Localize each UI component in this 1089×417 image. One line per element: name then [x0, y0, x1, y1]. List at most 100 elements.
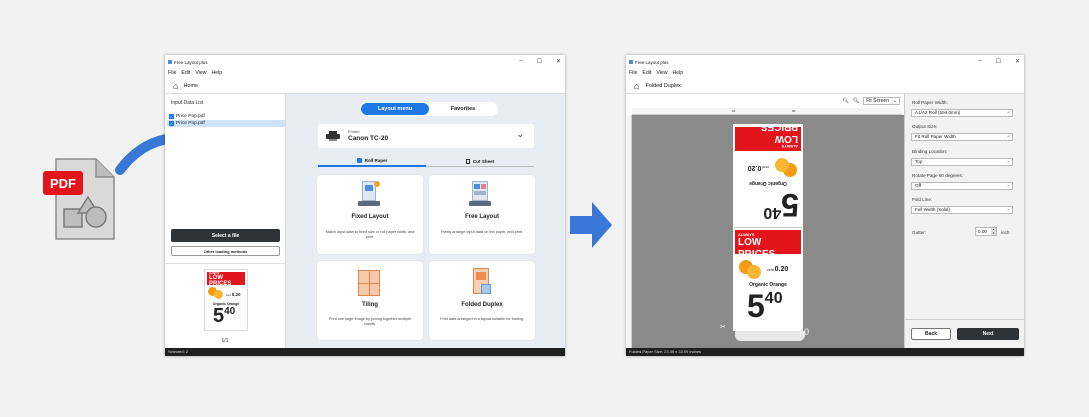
card-desc: Print data arranged in a layout suitable… [440, 317, 524, 321]
other-loading-methods-button[interactable]: Other loading methods [171, 246, 280, 256]
minimize-button[interactable]: – [978, 58, 981, 65]
menu-help[interactable]: Help [672, 70, 683, 76]
card-title: Tiling [362, 302, 378, 308]
binding-location-select[interactable]: Top [911, 158, 1013, 166]
printer-label: Printer [348, 129, 360, 134]
right-arrow-icon [570, 202, 612, 248]
big-price-sup: 40 [763, 204, 782, 221]
thumb-low-prices: LOW PRICES [209, 275, 232, 287]
maximize-button[interactable]: ☐ [537, 58, 542, 65]
home-icon[interactable]: ⌂ [634, 81, 639, 91]
free-layout-icon [468, 181, 494, 209]
card-fixed-layout[interactable]: Fixed Layout Match input data to fixed s… [317, 175, 423, 254]
file-name: Price Pop.pdf [176, 114, 205, 119]
thumb-red-band: ALWAYS LOW PRICES [207, 272, 245, 287]
menu-help[interactable]: Help [211, 70, 222, 76]
pdf-file-icon [52, 157, 116, 241]
home-button[interactable]: ⌂ Home [173, 81, 198, 91]
settings-panel: Roll Paper Width: A1/A2 Roll (594.0mm) O… [904, 94, 1024, 348]
always-label: ALWAYS [781, 144, 798, 149]
horizontal-ruler: 10 20 [632, 108, 902, 115]
card-free-layout[interactable]: Free Layout Freely arrange input data on… [429, 175, 535, 254]
close-button[interactable]: ✕ [556, 58, 561, 65]
title-bar: Free Layout plus [165, 55, 565, 69]
output-size-select[interactable]: Fit Roll Paper Width [911, 133, 1013, 141]
roll-paper-tab[interactable]: Roll Paper [318, 156, 426, 167]
minimize-button[interactable]: – [519, 58, 522, 65]
page-back-half: 5 40 Organic Orange cent 0.20 ALWAYS LOW… [733, 121, 803, 227]
stepper-arrows-icon[interactable]: ▴ ▾ [991, 227, 996, 235]
item-name: Organic Orange [749, 180, 787, 186]
paper-curl [735, 331, 805, 341]
file-item[interactable]: ✓ Price Pop.pdf [167, 113, 285, 120]
back-button[interactable]: Back [911, 328, 951, 340]
thumb-orange-icon [214, 290, 223, 299]
preview-canvas: 🔍︎ 🔍︎ Fit Screen ⌄ 10 20 5 40 Organic Or… [626, 94, 904, 348]
window-title: Free Layout plus [174, 59, 208, 65]
tiling-icon [358, 270, 380, 296]
scissors-icon: ✂ [720, 324, 726, 331]
preview-thumbnail[interactable]: ALWAYS LOW PRICES cent 0.20 Organic Oran… [204, 269, 248, 331]
red-band: ALWAYS LOW PRICES [735, 121, 801, 151]
binding-location-label: Binding Location: [912, 149, 948, 154]
roll-paper-width-label: Roll Paper Width: [912, 100, 948, 105]
file-item-selected[interactable]: ✓ Price Pop.pdf [167, 120, 285, 127]
roll-paper-width-select[interactable]: A1/A2 Roll (594.0mm) [911, 109, 1013, 117]
mode-label: Folded Duplex [645, 83, 681, 89]
red-band: ALWAYS LOW PRICES [735, 230, 801, 260]
file-list: ✓ Price Pop.pdf ✓ Price Pop.pdf [167, 113, 285, 127]
card-desc: Print one large image by joining togethe… [328, 317, 412, 326]
close-button[interactable]: ✕ [1015, 58, 1020, 65]
menu-bar: File Edit View Help [168, 70, 222, 76]
tab-layout-menu[interactable]: Layout menu [361, 103, 429, 115]
price-small: 0.20 [747, 164, 762, 171]
status-bar: Selected: 2 [165, 348, 565, 356]
menu-view[interactable]: View [656, 70, 667, 76]
next-button[interactable]: Next [957, 328, 1019, 340]
zoom-label: Fit Screen [866, 98, 889, 104]
zoom-out-icon[interactable]: 🔍︎ [842, 98, 848, 104]
menu-edit[interactable]: Edit [642, 70, 651, 76]
left-app-window: Free Layout plus – ☐ ✕ File Edit View He… [165, 55, 565, 356]
maximize-button[interactable]: ☐ [996, 58, 1001, 65]
right-app-window: Free Layout plus – ☐ ✕ File Edit View He… [626, 55, 1024, 356]
page-number: 0 [804, 327, 810, 337]
folded-page[interactable]: 5 40 Organic Orange cent 0.20 ALWAYS LOW… [733, 121, 803, 331]
rotate-page-select[interactable]: Off [911, 182, 1013, 190]
card-tiling[interactable]: Tiling Print one large image by joining … [317, 261, 423, 340]
gutter-stepper[interactable]: 0.00 ▴ ▾ [975, 227, 997, 236]
cut-sheet-tab[interactable]: Cut Sheet [426, 156, 534, 167]
zoom-select[interactable]: Fit Screen ⌄ [863, 97, 900, 105]
item-name: Organic Orange [749, 282, 787, 288]
pdf-badge: PDF [43, 171, 83, 195]
checkbox-checked-icon[interactable]: ✓ [169, 121, 174, 126]
card-title: Fixed Layout [351, 214, 389, 220]
gutter-value: 0.00 [978, 229, 987, 234]
select-file-button[interactable]: Select a file [171, 229, 280, 242]
menu-file[interactable]: File [168, 70, 176, 76]
cut-sheet-icon [465, 158, 470, 164]
card-folded-duplex[interactable]: Folded Duplex Print data arranged in a l… [429, 261, 535, 340]
checkbox-checked-icon[interactable]: ✓ [169, 114, 174, 119]
menu-view[interactable]: View [195, 70, 206, 76]
input-list-title: Input Data List [171, 100, 204, 106]
menu-bar: File Edit View Help [629, 70, 683, 76]
card-desc: Match input data to fixed size or roll p… [325, 230, 415, 239]
home-icon: ⌂ [173, 81, 179, 91]
page-indicator: 1/1 [221, 338, 229, 344]
chevron-down-icon: ⌄ [892, 98, 897, 104]
printer-selector[interactable]: Printer Canon TC-20 ⌄ [318, 124, 534, 148]
printer-icon [326, 131, 340, 141]
status-bar: Folded Paper Size: 23.39 x 33.09 inches [626, 348, 1024, 356]
file-name: Price Pop.pdf [176, 121, 205, 126]
fold-line-select[interactable]: Full Width (Solid) [911, 206, 1013, 214]
low-prices-label: LOW PRICES [760, 121, 798, 144]
thumb-price-small: 0.20 [231, 292, 241, 297]
tab-favorites[interactable]: Favorites [429, 103, 497, 115]
thumb-big-price: 5 [213, 305, 225, 327]
big-price-sup: 40 [764, 290, 783, 307]
menu-edit[interactable]: Edit [181, 70, 190, 76]
card-title: Free Layout [464, 214, 499, 220]
zoom-in-icon[interactable]: 🔍︎ [853, 98, 859, 104]
menu-file[interactable]: File [629, 70, 637, 76]
